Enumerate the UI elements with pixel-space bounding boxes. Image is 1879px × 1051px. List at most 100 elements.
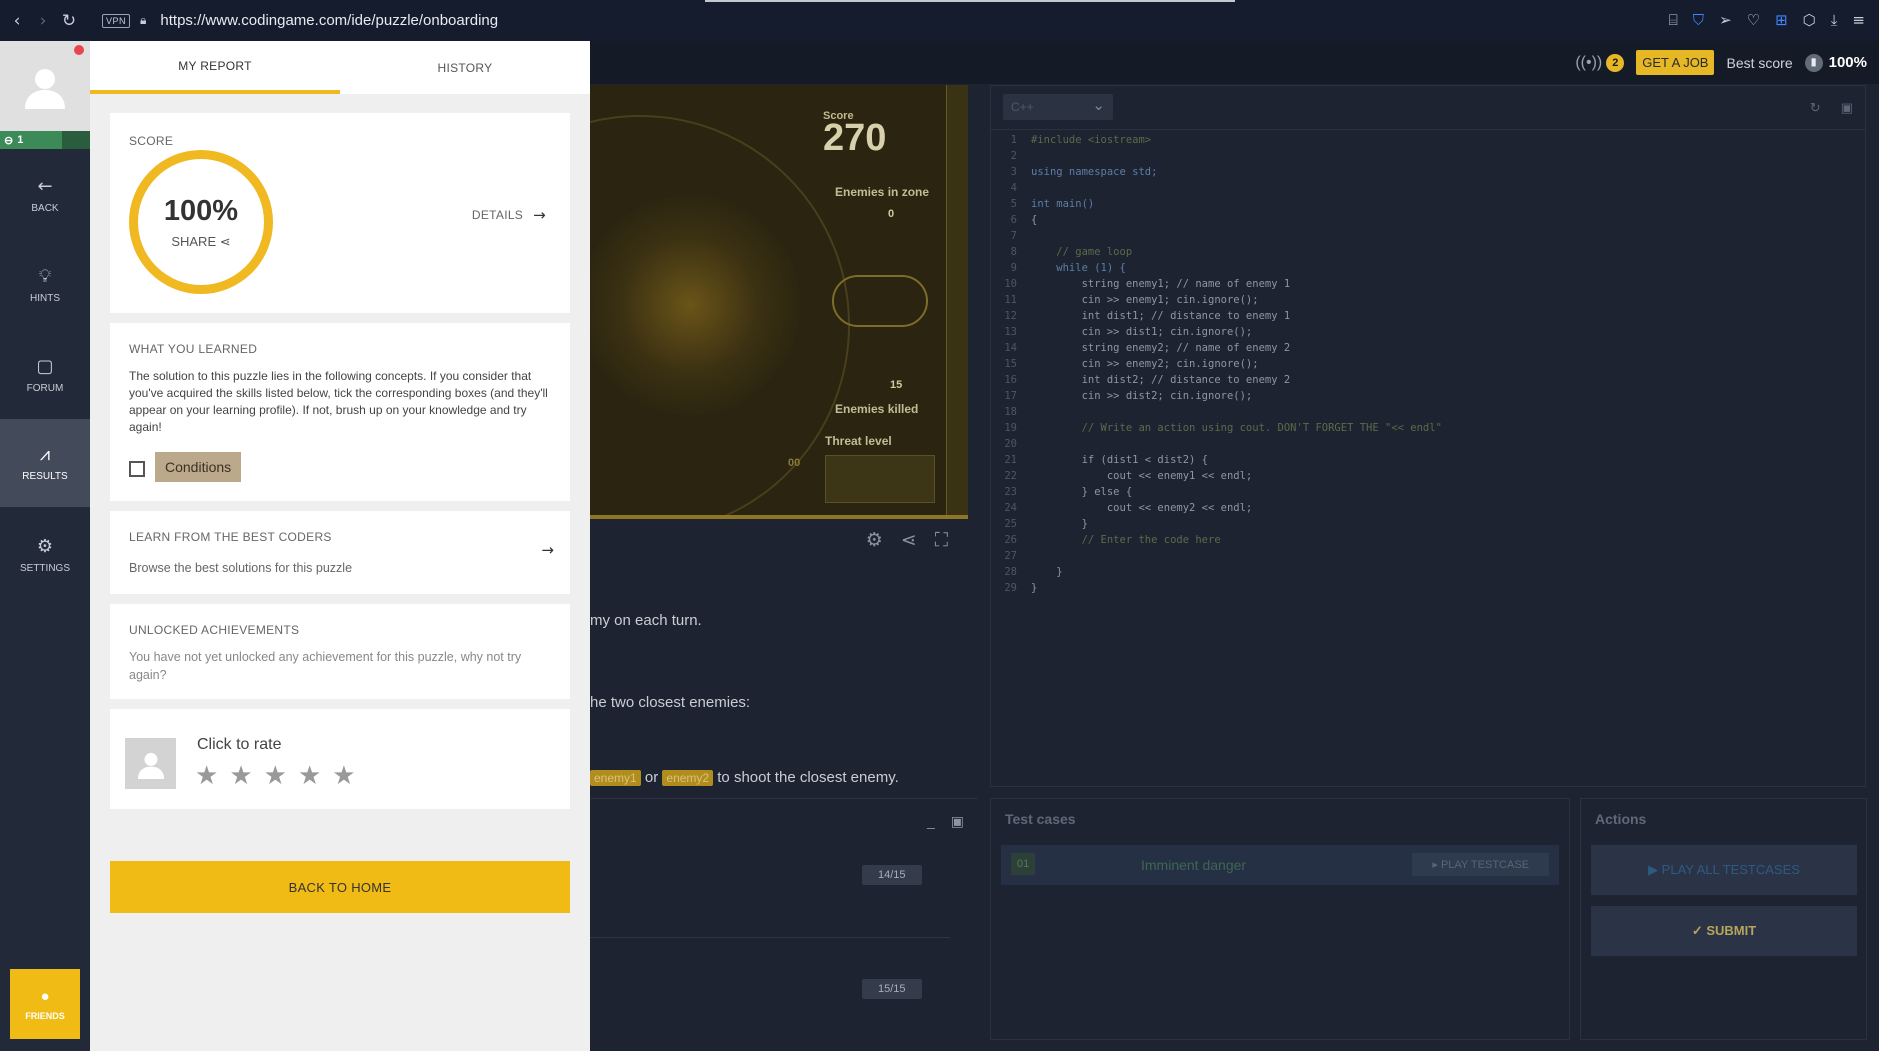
code-line[interactable]: 17 cin >> dist2; cin.ignore(); bbox=[991, 388, 1442, 404]
sidebar-item-hints[interactable]: 💡︎ HINTS bbox=[0, 241, 90, 329]
code-line[interactable]: 12 int dist1; // distance to enemy 1 bbox=[991, 308, 1442, 324]
code-line[interactable]: 5 int main() bbox=[991, 196, 1442, 212]
star-icon[interactable]: ★ bbox=[298, 761, 321, 791]
code-text[interactable]: { bbox=[1031, 212, 1037, 228]
star-icon[interactable]: ★ bbox=[229, 761, 252, 791]
send-icon[interactable]: ➢ bbox=[1719, 11, 1732, 29]
sidebar-item-results[interactable]: ⩘ RESULTS bbox=[0, 419, 90, 507]
code-line[interactable]: 28 } bbox=[991, 564, 1442, 580]
code-line[interactable]: 19 // Write an action using cout. DON'T … bbox=[991, 420, 1442, 436]
maximize-editor-icon[interactable]: ▣ bbox=[1841, 100, 1853, 116]
code-text[interactable]: int dist1; // distance to enemy 1 bbox=[1031, 308, 1291, 324]
maximize-icon[interactable]: ▣ bbox=[951, 813, 964, 830]
code-line[interactable]: 15 cin >> enemy2; cin.ignore(); bbox=[991, 356, 1442, 372]
browser-reload-icon[interactable]: ↻ bbox=[56, 11, 82, 31]
url-text[interactable]: https://www.codingame.com/ide/puzzle/onb… bbox=[160, 12, 498, 29]
menu-icon[interactable]: ≡ bbox=[1852, 11, 1865, 29]
code-line[interactable]: 11 cin >> enemy1; cin.ignore(); bbox=[991, 292, 1442, 308]
download-icon[interactable]: ⤓ bbox=[1831, 11, 1838, 29]
concept-checkbox[interactable] bbox=[129, 461, 145, 477]
code-line[interactable]: 26 // Enter the code here bbox=[991, 532, 1442, 548]
best-coders-card[interactable]: LEARN FROM THE BEST CODERS Browse the be… bbox=[110, 511, 570, 594]
code-text[interactable]: // Enter the code here bbox=[1031, 532, 1221, 548]
star-rating[interactable]: ★ ★ ★ ★ ★ bbox=[195, 761, 356, 791]
code-text[interactable]: } else { bbox=[1031, 484, 1133, 500]
code-line[interactable]: 6{ bbox=[991, 212, 1442, 228]
reset-code-icon[interactable]: ↻ bbox=[1810, 100, 1821, 116]
code-text[interactable]: cin >> enemy2; cin.ignore(); bbox=[1031, 356, 1259, 372]
address-bar[interactable]: VPN 🔒︎ https://www.codingame.com/ide/puz… bbox=[102, 12, 498, 29]
code-line[interactable]: 24 cout << enemy2 << endl; bbox=[991, 500, 1442, 516]
game-viewer[interactable]: Score 270 Enemies in zone 0 15 Enemies k… bbox=[590, 85, 968, 519]
concept-chip[interactable]: Conditions bbox=[155, 452, 242, 482]
share-button[interactable]: SHARE ⋖ bbox=[171, 234, 230, 250]
play-testcase-button[interactable]: ▸ PLAY TESTCASE bbox=[1412, 853, 1549, 876]
code-text[interactable]: using namespace std; bbox=[1031, 164, 1157, 180]
code-line[interactable]: 27 bbox=[991, 548, 1442, 564]
minimize-icon[interactable]: _ bbox=[927, 813, 935, 830]
submit-button[interactable]: ✓ SUBMIT bbox=[1591, 906, 1857, 956]
code-line[interactable]: 7 bbox=[991, 228, 1442, 244]
fullscreen-icon[interactable]: ⛶ bbox=[935, 529, 948, 551]
code-line[interactable]: 3 using namespace std; bbox=[991, 164, 1442, 180]
play-all-testcases-button[interactable]: ▶ PLAY ALL TESTCASES bbox=[1591, 845, 1857, 895]
code-editor[interactable]: C++ ↻ ▣ 1#include <iostream>23using name… bbox=[990, 85, 1866, 787]
settings-gear-icon[interactable]: ⚙ bbox=[866, 529, 883, 551]
code-line[interactable]: 16 int dist2; // distance to enemy 2 bbox=[991, 372, 1442, 388]
sidebar-item-back[interactable]: ← BACK bbox=[0, 151, 90, 239]
code-line[interactable]: 20 bbox=[991, 436, 1442, 452]
back-to-home-button[interactable]: BACK TO HOME bbox=[110, 861, 570, 913]
language-select[interactable]: C++ bbox=[1003, 94, 1113, 120]
code-line[interactable]: 8 // game loop bbox=[991, 244, 1442, 260]
code-text[interactable]: // game loop bbox=[1031, 244, 1132, 260]
notification-count[interactable]: 2 bbox=[1606, 53, 1625, 72]
code-text[interactable]: } bbox=[1031, 564, 1062, 580]
browser-forward-icon[interactable]: › bbox=[30, 11, 56, 31]
code-line[interactable]: 23 } else { bbox=[991, 484, 1442, 500]
browser-back-icon[interactable]: ‹ bbox=[4, 11, 30, 31]
code-text[interactable]: #include <iostream> bbox=[1031, 132, 1151, 148]
code-text[interactable]: string enemy2; // name of enemy 2 bbox=[1031, 340, 1291, 356]
code-line[interactable]: 9 while (1) { bbox=[991, 260, 1442, 276]
shield-icon[interactable]: ⛉ bbox=[1693, 11, 1704, 29]
code-text[interactable]: if (dist1 < dist2) { bbox=[1031, 452, 1208, 468]
code-text[interactable]: cin >> dist1; cin.ignore(); bbox=[1031, 324, 1253, 340]
code-line[interactable]: 14 string enemy2; // name of enemy 2 bbox=[991, 340, 1442, 356]
share-icon[interactable]: ⋖ bbox=[901, 529, 917, 551]
star-icon[interactable]: ★ bbox=[195, 761, 218, 791]
sidebar-item-settings[interactable]: ⚙ SETTINGS bbox=[0, 511, 90, 599]
code-text[interactable]: cin >> dist2; cin.ignore(); bbox=[1031, 388, 1253, 404]
code-line[interactable]: 4 bbox=[991, 180, 1442, 196]
code-text[interactable]: int dist2; // distance to enemy 2 bbox=[1031, 372, 1291, 388]
code-lines[interactable]: 1 #include <iostream> 2 3 using namespace st… bbox=[991, 132, 1442, 596]
code-text[interactable]: cout << enemy1 << endl; bbox=[1031, 468, 1252, 484]
code-text[interactable]: } bbox=[1031, 516, 1088, 532]
tab-history[interactable]: HISTORY bbox=[340, 41, 590, 94]
code-line[interactable]: 1 #include <iostream> bbox=[991, 132, 1442, 148]
code-line[interactable]: 25 } bbox=[991, 516, 1442, 532]
code-line[interactable]: 22 cout << enemy1 << endl; bbox=[991, 468, 1442, 484]
star-icon[interactable]: ★ bbox=[264, 761, 287, 791]
broadcast-icon[interactable]: ((•)) bbox=[1575, 54, 1602, 72]
code-line[interactable]: 13 cin >> dist1; cin.ignore(); bbox=[991, 324, 1442, 340]
arrow-right-icon[interactable]: → bbox=[541, 541, 554, 559]
camera-icon[interactable]: ⌸ bbox=[1669, 11, 1678, 29]
heart-icon[interactable]: ♡ bbox=[1747, 11, 1760, 29]
code-text[interactable]: cin >> enemy1; cin.ignore(); bbox=[1031, 292, 1259, 308]
code-text[interactable]: while (1) { bbox=[1031, 260, 1126, 276]
star-icon[interactable]: ★ bbox=[332, 761, 355, 791]
friends-button[interactable]: ● FRIENDS bbox=[10, 969, 80, 1039]
code-line[interactable]: 2 bbox=[991, 148, 1442, 164]
code-text[interactable]: string enemy1; // name of enemy 1 bbox=[1031, 276, 1291, 292]
code-text[interactable]: int main() bbox=[1031, 196, 1094, 212]
translate-icon[interactable]: ⊞ bbox=[1775, 11, 1788, 29]
code-line[interactable]: 21 if (dist1 < dist2) { bbox=[991, 452, 1442, 468]
tab-my-report[interactable]: MY REPORT bbox=[90, 41, 340, 94]
details-link[interactable]: DETAILS → bbox=[472, 206, 546, 224]
box-icon[interactable]: ⬡ bbox=[1803, 11, 1816, 29]
code-line[interactable]: 18 bbox=[991, 404, 1442, 420]
get-a-job-button[interactable]: GET A JOB bbox=[1636, 50, 1715, 75]
sidebar-item-forum[interactable]: ▢ FORUM bbox=[0, 331, 90, 419]
code-line[interactable]: 29} bbox=[991, 580, 1442, 596]
notification-bell-icon[interactable] bbox=[74, 45, 84, 55]
